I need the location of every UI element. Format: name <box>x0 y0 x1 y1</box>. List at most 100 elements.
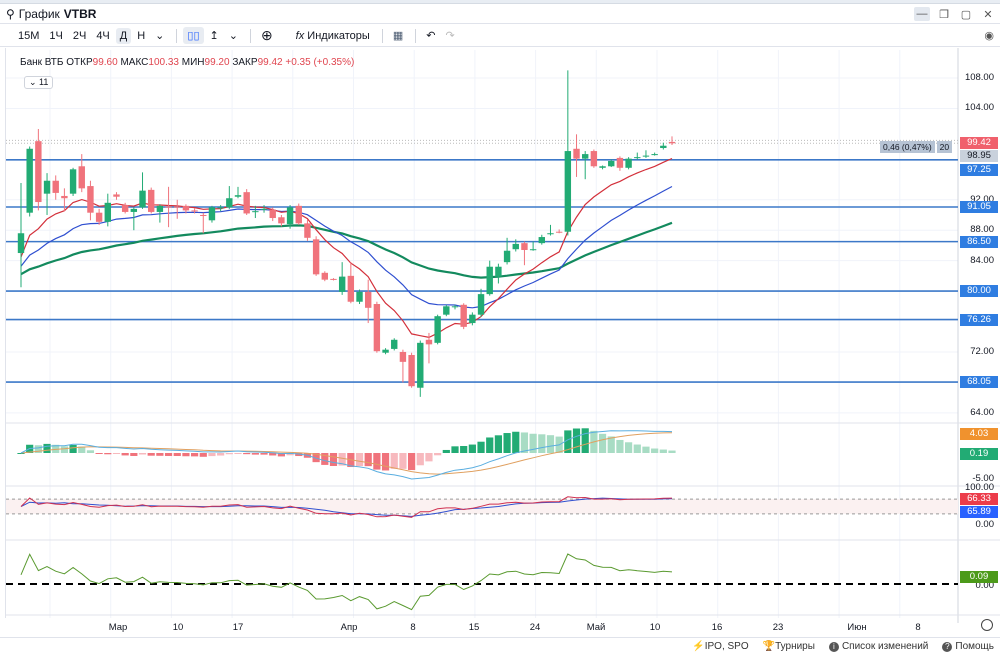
macd-histogram-bar <box>390 453 398 469</box>
macd-histogram-bar <box>43 443 51 453</box>
macd-histogram-bar <box>598 433 607 453</box>
candle-body <box>503 250 511 263</box>
close-label: ЗАКР <box>232 57 258 68</box>
candle-body <box>608 160 615 167</box>
help-label: Помощь <box>955 641 994 652</box>
candle-body <box>408 355 415 387</box>
candle-body <box>200 214 207 216</box>
indicators-button[interactable]: fx Индикаторы <box>292 28 374 44</box>
line-chart-type-icon[interactable]: ↥ <box>206 27 223 44</box>
candle-body <box>69 169 77 194</box>
chart-canvas[interactable] <box>0 48 1000 638</box>
camera-icon[interactable]: ◉ <box>984 29 994 42</box>
ipo-link[interactable]: ⚡IPO, SPO <box>692 641 748 652</box>
macd-histogram-bar <box>451 446 459 453</box>
macd-histogram-bar <box>182 453 190 457</box>
help-link[interactable]: ? Помощь <box>942 641 994 652</box>
macd-histogram-bar <box>156 453 164 456</box>
level-price-label: 76.26 <box>960 313 998 326</box>
macd-histogram-bar <box>520 432 529 453</box>
time-axis-tick: 10 <box>649 622 661 633</box>
restore-icon[interactable]: ❐ <box>936 7 952 21</box>
candle-body <box>286 207 294 225</box>
macd-histogram-bar <box>147 453 155 456</box>
macd-histogram-bar <box>104 453 112 455</box>
change-value: +0.35 (+0.35%) <box>285 57 355 68</box>
layout-grid-icon[interactable]: ▦ <box>389 27 407 44</box>
macd-histogram-bar <box>86 450 95 453</box>
chart-type-chevron-icon[interactable]: ⌄ <box>225 27 242 44</box>
candle-body <box>113 194 120 197</box>
timeframe-15m[interactable]: 15М <box>14 28 43 44</box>
candle-body <box>599 166 606 168</box>
candle-body <box>95 212 103 222</box>
candle-body <box>443 306 450 315</box>
macd-histogram-bar <box>225 453 233 455</box>
macd-histogram-bar <box>460 445 468 453</box>
candle-body <box>330 278 337 280</box>
minimize-icon[interactable]: — <box>914 7 930 21</box>
redo-icon[interactable]: ↷ <box>441 27 458 44</box>
candle-body <box>243 192 250 214</box>
candle-body <box>182 205 190 211</box>
candle-body <box>165 206 172 208</box>
timeframe-1h[interactable]: 1Ч <box>45 28 66 44</box>
indicators-collapse-button[interactable]: ⌄ 11 <box>24 76 54 89</box>
close-icon[interactable]: ✕ <box>980 7 996 21</box>
candle-body <box>174 206 181 208</box>
macd-histogram-bar <box>668 450 676 453</box>
open-label: ОТКР <box>66 57 93 68</box>
candle-body <box>668 141 676 144</box>
macd-histogram-bar <box>416 453 424 466</box>
candles-chart-type-icon[interactable]: ▯▯ <box>183 27 204 44</box>
candle-body <box>634 157 641 159</box>
timeframe-day[interactable]: Д <box>115 27 132 44</box>
compare-plus-icon[interactable]: ⊕ <box>257 25 277 46</box>
level-price-label: 68.05 <box>960 376 998 389</box>
macd-histogram-bar <box>633 444 641 453</box>
timeframe-2h[interactable]: 2Ч <box>69 28 90 44</box>
price-diff: 0,46 (0,47%) <box>880 141 935 153</box>
candle-body <box>425 339 433 345</box>
candle-body <box>17 233 25 254</box>
macd-histogram-bar <box>130 453 138 456</box>
level-price-label: 97.25 <box>960 163 998 176</box>
macd-histogram-bar <box>355 453 364 467</box>
info-icon: i <box>828 642 839 652</box>
bottom-bar: ⚡IPO, SPO 🏆Турниры i Список изменений ? По… <box>0 637 1000 655</box>
help-icon: ? <box>942 642 953 652</box>
tournaments-link[interactable]: 🏆Турниры <box>763 641 815 652</box>
macd-histogram-bar <box>164 453 173 456</box>
macd-histogram-bar <box>494 435 502 453</box>
undo-icon[interactable]: ↶ <box>422 27 439 44</box>
price-axis-tick: 72.00 <box>970 345 994 357</box>
timeframe-dropdown-chevron-icon[interactable]: ⌄ <box>151 27 168 44</box>
rsi-axis-tick-bottom: 0.00 <box>975 519 995 530</box>
candle-body <box>529 249 537 251</box>
macd-hist-label: 0.19 <box>960 448 998 460</box>
macd-histogram-bar <box>546 435 555 453</box>
macd-histogram-bar <box>208 453 216 457</box>
time-axis-tick: 10 <box>172 622 184 633</box>
changelog-link[interactable]: i Список изменений <box>828 641 928 652</box>
time-axis-tick: 17 <box>232 622 244 633</box>
candle-body <box>139 190 146 208</box>
candle-body <box>156 205 164 212</box>
timeframe-4h[interactable]: 4Ч <box>92 28 113 44</box>
ema-fast-line <box>20 157 673 339</box>
indicators-count: 11 <box>39 77 49 87</box>
timeframe-week[interactable]: Н <box>133 28 149 44</box>
time-axis-tick: 23 <box>772 622 784 633</box>
candle-body <box>477 294 485 315</box>
candle-body <box>260 208 268 210</box>
candle-body <box>365 291 372 308</box>
divider <box>176 28 178 43</box>
ticker-symbol[interactable]: VTBR <box>64 7 97 21</box>
search-icon[interactable]: ⚲ <box>6 7 15 21</box>
maximize-icon[interactable]: ▢ <box>958 7 974 21</box>
rsi-axis-tick-top: 100.00 <box>964 482 994 493</box>
axis-settings-icon[interactable] <box>981 619 993 631</box>
macd-histogram-bar <box>191 453 199 457</box>
candle-body <box>373 304 381 352</box>
candle-body <box>564 151 572 232</box>
